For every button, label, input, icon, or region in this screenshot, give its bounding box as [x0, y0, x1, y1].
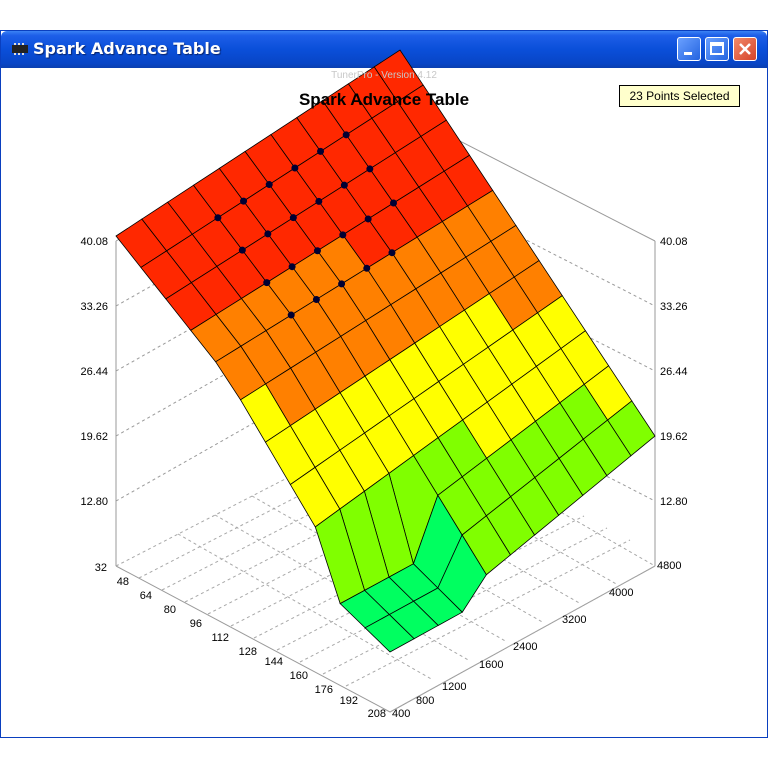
z-tick: 40.08 — [80, 236, 108, 248]
z-tick: 19.62 — [80, 431, 108, 443]
x-tick: 1600 — [479, 659, 503, 671]
z-tick: 40.08 — [660, 236, 688, 248]
selected-point[interactable] — [366, 165, 374, 173]
selected-point[interactable] — [265, 181, 273, 189]
y-tick: 192 — [340, 695, 358, 707]
z-tick: 12.80 — [80, 496, 108, 508]
surface-plot[interactable]: 40.08 33.26 26.44 19.62 12.80 40.08 33.2… — [0, 0, 768, 768]
z-tick: 12.80 — [660, 496, 688, 508]
selected-point[interactable] — [291, 164, 299, 172]
selected-point[interactable] — [263, 279, 271, 287]
selected-point[interactable] — [312, 295, 320, 303]
x-tick: 400 — [392, 708, 410, 720]
selected-point[interactable] — [264, 230, 272, 238]
selected-point[interactable] — [315, 197, 323, 205]
selected-point[interactable] — [363, 264, 371, 272]
x-tick: 4800 — [657, 560, 681, 572]
y-tick: 32 — [95, 562, 107, 574]
selected-point[interactable] — [339, 231, 347, 239]
selected-point[interactable] — [240, 197, 248, 205]
x-tick: 3200 — [562, 614, 586, 626]
version-label: TunerPro - Version 4.12 — [331, 70, 437, 81]
y-tick: 64 — [140, 590, 152, 602]
selection-badge: 23 Points Selected — [619, 85, 740, 107]
y-tick: 112 — [211, 632, 229, 644]
selected-point[interactable] — [388, 249, 396, 257]
z-tick: 33.26 — [80, 301, 108, 313]
selected-point[interactable] — [214, 214, 222, 222]
selected-point[interactable] — [287, 311, 295, 319]
z-tick: 26.44 — [660, 366, 688, 378]
x-tick: 4000 — [609, 587, 633, 599]
selected-point[interactable] — [289, 214, 297, 222]
z-tick: 33.26 — [660, 301, 688, 313]
z-axis-right: 40.08 33.26 26.44 19.62 12.80 — [660, 236, 688, 508]
z-axis-left: 40.08 33.26 26.44 19.62 12.80 — [80, 236, 108, 508]
selected-point[interactable] — [313, 247, 321, 255]
y-tick: 160 — [290, 670, 308, 682]
selected-point[interactable] — [342, 131, 350, 139]
selected-point[interactable] — [390, 199, 398, 207]
selected-point[interactable] — [317, 147, 325, 155]
y-tick: 48 — [117, 576, 129, 588]
selected-point[interactable] — [340, 181, 348, 189]
y-tick: 128 — [239, 646, 257, 658]
y-tick: 176 — [315, 684, 333, 696]
z-tick: 26.44 — [80, 366, 108, 378]
x-tick: 800 — [416, 695, 434, 707]
z-tick: 19.62 — [660, 431, 688, 443]
x-tick: 1200 — [442, 681, 466, 693]
selected-point[interactable] — [288, 263, 296, 271]
y-tick: 80 — [164, 604, 176, 616]
y-tick: 96 — [190, 618, 202, 630]
y-tick: 144 — [265, 656, 283, 668]
x-tick: 2400 — [513, 641, 537, 653]
selected-point[interactable] — [364, 215, 372, 223]
surface-mesh[interactable] — [115, 49, 656, 653]
selected-point[interactable] — [338, 280, 346, 288]
selected-point[interactable] — [238, 246, 246, 254]
y-tick: 208 — [368, 708, 386, 720]
